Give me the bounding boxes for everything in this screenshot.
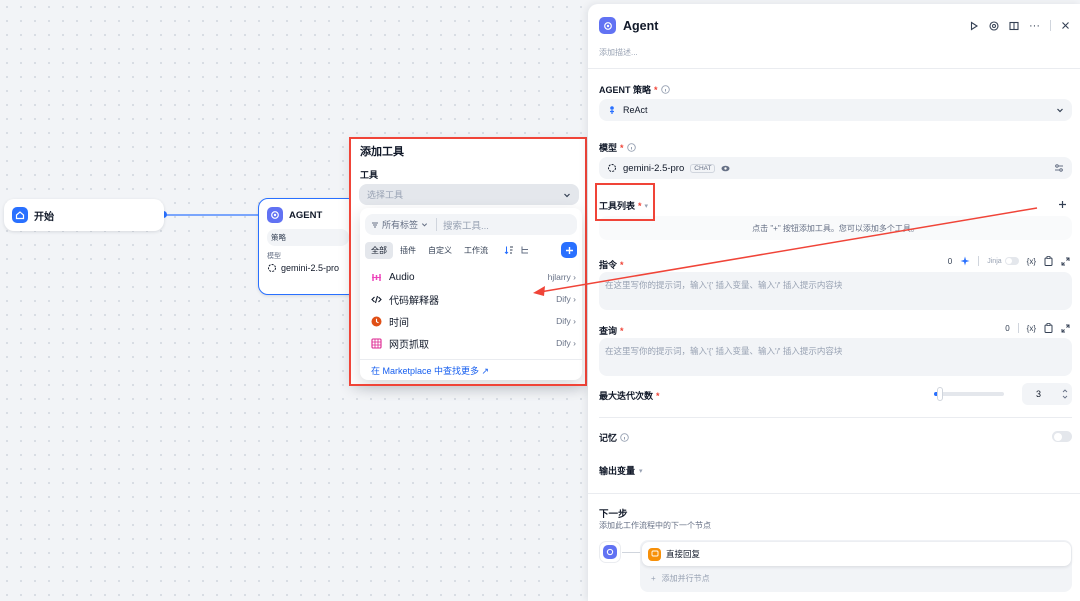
annotation-arrow <box>533 207 1038 296</box>
